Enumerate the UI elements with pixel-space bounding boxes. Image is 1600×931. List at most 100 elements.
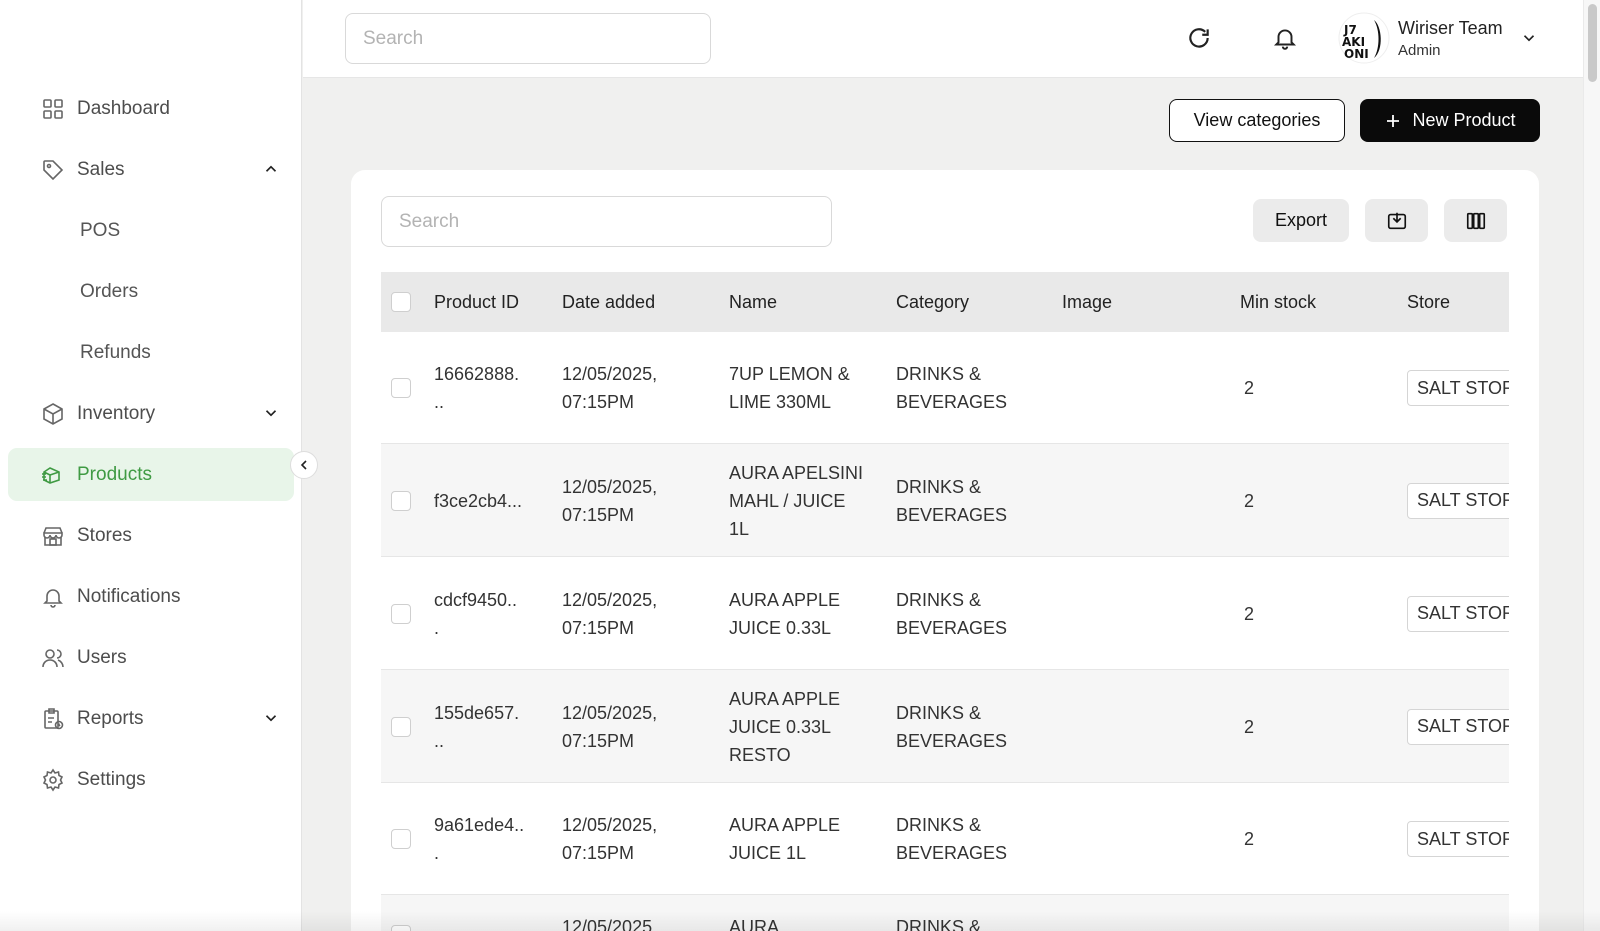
column-header-category[interactable]: Category: [896, 272, 969, 332]
sidebar-item-refunds[interactable]: Refunds: [8, 326, 294, 379]
new-product-button[interactable]: New Product: [1360, 99, 1540, 142]
cell-line: 1L: [729, 518, 750, 539]
store-tag[interactable]: SALT STORE: [1407, 482, 1509, 519]
cell-line: JUICE 0.33L: [729, 617, 832, 638]
table-row[interactable]: 155de657... 12/05/2025, 07:15PM AURA APPLE J…: [381, 670, 1509, 783]
table-search-input[interactable]: [381, 196, 832, 247]
brand-logo-icon: J7 AKI ONI: [1338, 12, 1390, 64]
store-tag[interactable]: SALT STORE: [1407, 821, 1509, 857]
table-row[interactable]: 9a61ede4... 12/05/2025, 07:15PM AURA APPLE J…: [381, 783, 1509, 895]
cell-id: f3ce2cb4...: [434, 487, 522, 515]
sidebar-item-sales[interactable]: Sales: [8, 143, 294, 196]
collapse-sidebar-button[interactable]: [290, 451, 318, 479]
cell-line: ..: [434, 730, 445, 751]
cell-line: 07:15PM: [562, 392, 635, 412]
column-header-date-added[interactable]: Date added: [562, 272, 655, 332]
cell-min-stock: 2: [1244, 490, 1255, 511]
cell-line: MAHL / JUICE: [729, 490, 846, 511]
scrollbar-thumb[interactable]: [1588, 4, 1597, 82]
table-row[interactable]: f3ce2cb4... 12/05/2025, 07:15PM AURA APELSI…: [381, 444, 1509, 557]
cell-line: BEVERAGES: [896, 843, 1008, 863]
select-all-checkbox[interactable]: [391, 292, 411, 312]
row-checkbox[interactable]: [391, 490, 411, 511]
cell-line: 12/05/2025,: [562, 364, 658, 384]
column-header-image[interactable]: Image: [1062, 272, 1112, 332]
store-tag[interactable]: SALT STORE: [1407, 708, 1509, 745]
refresh-icon[interactable]: [1185, 24, 1213, 52]
row-checkbox[interactable]: [391, 716, 411, 737]
row-checkbox[interactable]: [391, 925, 411, 931]
cell-line: DRINKS &: [896, 917, 982, 931]
chevron-left-icon: [300, 460, 307, 470]
cell-line: BEVERAGES: [896, 617, 1008, 638]
sidebar-item-users[interactable]: Users: [8, 631, 294, 684]
cell-line: 16662888.: [434, 364, 520, 384]
row-checkbox[interactable]: [391, 378, 411, 398]
sidebar-item-stores[interactable]: Stores: [8, 509, 294, 562]
user-role: Admin: [1398, 42, 1441, 59]
cell-line: 07:15PM: [562, 730, 635, 751]
column-header-store[interactable]: Store: [1407, 272, 1450, 332]
report-icon: [41, 707, 65, 731]
sidebar-item-dashboard[interactable]: Dashboard: [8, 82, 294, 135]
user-name: Wiriser Team: [1398, 18, 1503, 38]
sidebar-item-pos[interactable]: POS: [8, 204, 294, 257]
table-body: 16662888... 12/05/2025, 07:15PM 7UP LEMON &…: [381, 332, 1509, 931]
sidebar-item-reports[interactable]: Reports: [8, 692, 294, 745]
sidebar-item-settings[interactable]: Settings: [8, 753, 294, 806]
sidebar-item-label: Users: [77, 646, 127, 668]
cell-name: 7UP LEMON & LIME 330ML: [729, 360, 850, 416]
cell-line: JUICE 0.33L: [729, 716, 832, 737]
columns-icon: [1466, 212, 1485, 229]
cell-line: LIME 330ML: [729, 392, 832, 412]
store-tag[interactable]: SALT STORE: [1407, 595, 1509, 632]
table-row[interactable]: 12/05/2025, AURA DRINKS &: [381, 895, 1509, 931]
bell-icon[interactable]: [1271, 24, 1299, 52]
column-header-product-id[interactable]: Product ID: [434, 272, 519, 332]
sidebar-item-label: Notifications: [77, 585, 181, 607]
cell-line: DRINKS &: [896, 815, 982, 835]
chevron-down-icon[interactable]: [1520, 29, 1538, 47]
cell-id: 16662888...: [434, 360, 519, 416]
users-icon: [41, 646, 65, 670]
cell-line: 9a61ede4..: [434, 815, 525, 835]
cell-line: 12/05/2025,: [562, 589, 658, 610]
scrollbar[interactable]: [1583, 0, 1600, 931]
view-categories-button[interactable]: View categories: [1169, 99, 1345, 142]
avatar[interactable]: J7 AKI ONI: [1338, 12, 1390, 64]
cell-line: 12/05/2025,: [562, 917, 658, 931]
gear-icon: [41, 768, 65, 792]
header-search-input[interactable]: [345, 13, 711, 64]
cell-line: 7UP LEMON &: [729, 364, 850, 384]
chevron-up-icon: [265, 165, 277, 172]
row-checkbox[interactable]: [391, 829, 411, 849]
table-row[interactable]: 16662888... 12/05/2025, 07:15PM 7UP LEMON &…: [381, 332, 1509, 444]
store-tag[interactable]: SALT STORE: [1407, 370, 1509, 406]
sidebar-item-notifications[interactable]: Notifications: [8, 570, 294, 623]
cell-line: 12/05/2025,: [562, 476, 658, 497]
grid-icon: [41, 97, 65, 121]
download-button[interactable]: [1365, 199, 1428, 242]
cell-date: 12/05/2025, 07:15PM: [562, 360, 657, 416]
sidebar-item-products[interactable]: Products: [8, 448, 294, 501]
columns-button[interactable]: [1444, 199, 1507, 242]
cell-line: f3ce2cb4...: [434, 490, 523, 511]
cell-line: DRINKS &: [896, 589, 982, 610]
sidebar-item-inventory[interactable]: Inventory: [8, 387, 294, 440]
table-row[interactable]: cdcf9450... 12/05/2025, 07:15PM AURA APPLE J…: [381, 557, 1509, 670]
cell-name: AURA APPLE JUICE 0.33L: [729, 586, 840, 642]
sidebar-item-label: Settings: [77, 768, 146, 790]
sidebar: Dashboard Sales POS Orders Refunds Inven…: [0, 0, 302, 931]
cell-line: JUICE 1L: [729, 843, 807, 863]
store-icon: [41, 524, 65, 548]
row-checkbox[interactable]: [391, 603, 411, 624]
column-header-min-stock[interactable]: Min stock: [1240, 272, 1316, 332]
sidebar-item-orders[interactable]: Orders: [8, 265, 294, 318]
table-header: Product ID Date added Name Category Imag…: [381, 272, 1509, 332]
column-header-name[interactable]: Name: [729, 272, 777, 332]
cell-line: BEVERAGES: [896, 504, 1008, 525]
sidebar-item-label: Stores: [77, 524, 132, 546]
export-button[interactable]: Export: [1253, 199, 1349, 242]
cell-date: 12/05/2025, 07:15PM: [562, 586, 657, 642]
sidebar-item-label: Inventory: [77, 402, 156, 424]
